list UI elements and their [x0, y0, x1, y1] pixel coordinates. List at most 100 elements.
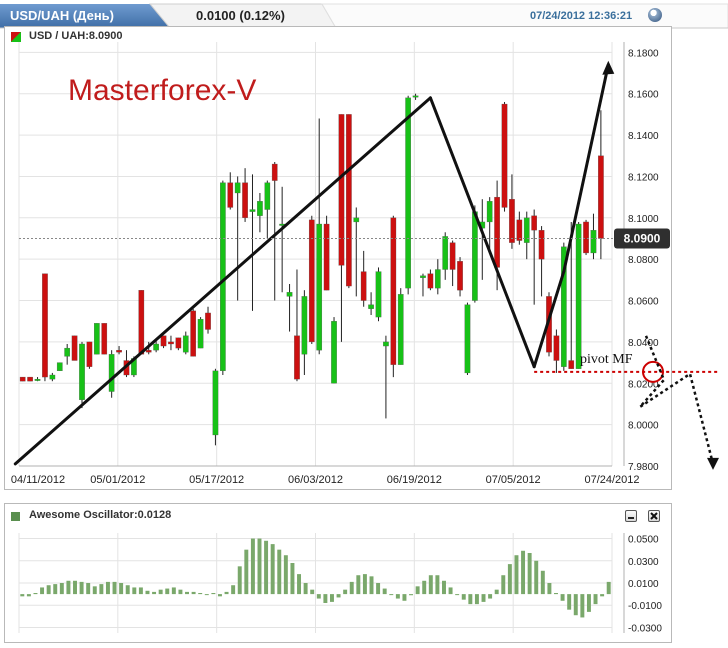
candle-body [94, 323, 100, 355]
candle-body [575, 223, 582, 369]
osc-bar [237, 566, 242, 595]
osc-bar [415, 586, 420, 595]
osc-bar [369, 576, 374, 595]
osc-bar [547, 583, 552, 595]
candle-body [257, 201, 263, 216]
candle-body [338, 114, 345, 266]
osc-bar [442, 580, 446, 595]
osc-bar [474, 594, 479, 605]
candle-body [19, 376, 26, 382]
candle-body [346, 114, 352, 287]
price-x-tick: 05/17/2012 [189, 474, 244, 486]
osc-bar [586, 594, 591, 612]
candle-body [190, 310, 197, 357]
osc-bar [178, 589, 183, 595]
osc-bar [86, 583, 91, 595]
osc-bar [488, 594, 493, 599]
osc-bar [33, 593, 38, 595]
candle-body [138, 290, 145, 355]
osc-bar [145, 590, 150, 595]
osc-bar [119, 583, 124, 595]
osc-bar [323, 594, 328, 603]
osc-bar [554, 593, 558, 595]
candle-body [227, 182, 234, 208]
candle-body [286, 292, 293, 297]
candle-body [449, 242, 456, 270]
osc-bar [428, 575, 433, 595]
candle-body [197, 319, 204, 349]
price-x-tick: 05/01/2012 [90, 474, 145, 486]
osc-bar [73, 580, 77, 595]
price-y-tick: 7.9800 [628, 462, 659, 473]
osc-bar [204, 594, 209, 596]
price-y-tick: 8.0600 [628, 297, 659, 308]
osc-bar [290, 563, 295, 595]
trend-line [13, 96, 432, 466]
osc-bar [138, 587, 143, 595]
osc-bar [264, 540, 269, 595]
osc-bar [600, 594, 605, 597]
candle-body [182, 335, 189, 353]
osc-bar [507, 564, 512, 595]
candle-body [412, 95, 419, 98]
candle-body [86, 341, 93, 367]
osc-bar [402, 594, 407, 601]
osc-y-tick: 0.0300 [628, 557, 659, 568]
osc-bar [99, 584, 104, 595]
candle-body [49, 374, 56, 380]
price-x-tick: 04/11/2012 [11, 474, 65, 486]
osc-bar [501, 575, 506, 595]
osc-bar [191, 591, 196, 595]
osc-bar [46, 585, 51, 595]
osc-bar [26, 594, 31, 597]
osc-bar [422, 580, 427, 595]
candle-body [212, 370, 219, 436]
candle-body [501, 103, 508, 208]
pivot-annotation: pivot MF [580, 352, 633, 367]
osc-bar [409, 594, 414, 596]
candle-body [175, 337, 182, 349]
candle-body [383, 341, 389, 347]
candle-body [486, 201, 493, 223]
candle-body [249, 209, 256, 212]
last-value-label: 8.0900 [624, 231, 661, 245]
candle-body [442, 236, 449, 270]
candle-body [420, 275, 426, 278]
price-y-tick: 8.1000 [628, 214, 659, 225]
osc-bar [567, 594, 572, 610]
candle-body [205, 312, 211, 330]
osc-bar [79, 581, 84, 595]
candle-body [294, 335, 300, 380]
candle-body [427, 273, 434, 289]
osc-bar [349, 581, 354, 595]
candle-body [368, 304, 374, 309]
candle-body [108, 354, 115, 392]
osc-bar [534, 560, 539, 595]
candle-body [264, 182, 271, 210]
osc-bar [152, 591, 157, 595]
osc-bar [455, 594, 460, 596]
osc-bar [211, 593, 216, 595]
price-y-tick: 8.1600 [628, 90, 659, 101]
candle-body [405, 97, 411, 289]
candle-body [71, 335, 78, 361]
osc-bar [66, 580, 71, 595]
osc-bar [283, 555, 288, 595]
osc-bar [244, 549, 249, 595]
candle-body [598, 155, 604, 239]
osc-bar [217, 594, 222, 597]
osc-bar [257, 538, 262, 595]
osc-bar [20, 594, 25, 597]
osc-y-tick: 0.0500 [628, 535, 659, 546]
candle-body [331, 321, 337, 384]
osc-bar [395, 594, 400, 599]
osc-bar [560, 594, 565, 601]
candle-body [472, 211, 478, 301]
osc-bar [606, 581, 611, 595]
osc-bar [59, 583, 64, 595]
osc-bar [389, 594, 394, 596]
forecast-arrowhead [707, 457, 719, 470]
osc-bar [343, 589, 348, 595]
osc-bar [527, 553, 532, 595]
candle-body [220, 182, 226, 372]
